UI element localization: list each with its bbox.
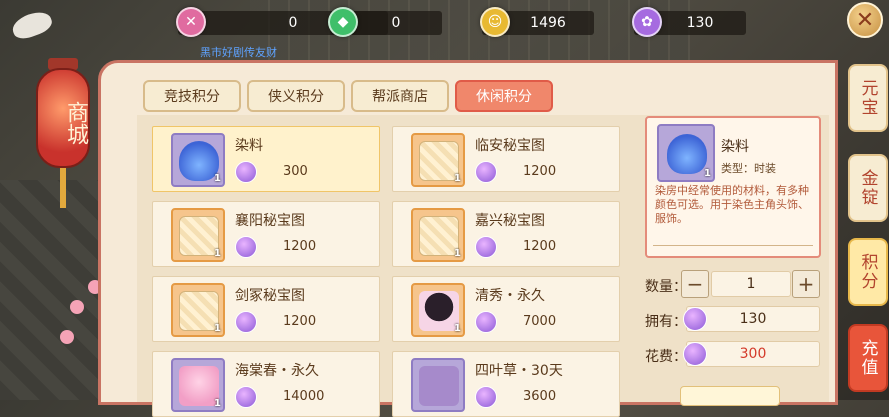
tab-leisure-points[interactable]: 休闲积分: [455, 80, 553, 112]
owned-value: 130: [739, 311, 767, 327]
shop-item[interactable]: 1 剑冢秘宝图 1200: [152, 276, 380, 342]
shop-item[interactable]: 1 临安秘宝图 1200: [392, 126, 620, 192]
item-slot: 1: [171, 133, 225, 187]
tab-chivalry-points[interactable]: 侠义积分: [247, 80, 345, 112]
item-price: 1200: [283, 239, 317, 254]
item-name: 襄阳秘宝图: [235, 213, 305, 229]
item-price: 300: [283, 164, 308, 179]
side-tab-points[interactable]: 积分: [848, 238, 888, 306]
points-icon: [235, 236, 257, 258]
costume-icon: [179, 366, 219, 406]
item-slot: 1: [171, 283, 225, 337]
detail-divider: [653, 245, 813, 246]
points-icon: [235, 161, 257, 183]
item-qty: 1: [214, 323, 221, 334]
item-qty: 1: [454, 173, 461, 184]
treasure-map-icon: [419, 141, 459, 181]
item-price: 1200: [523, 239, 557, 254]
cost-value: 300: [739, 346, 767, 362]
points-icon: [683, 342, 707, 366]
points-icon: [475, 236, 497, 258]
item-price: 3600: [523, 389, 557, 404]
item-slot: 1: [411, 283, 465, 337]
item-name: 四叶草・30天: [475, 363, 563, 379]
quantity-field[interactable]: 1: [711, 271, 791, 297]
item-slot: 1: [411, 208, 465, 262]
detail-slot: 1: [657, 124, 715, 182]
gold-coin-icon: ☺: [480, 7, 510, 37]
item-qty: 1: [214, 173, 221, 184]
item-price: 14000: [283, 389, 325, 404]
quantity-plus-button[interactable]: +: [792, 270, 820, 298]
shop-item[interactable]: 四叶草・30天 3600: [392, 351, 620, 417]
item-name: 染料: [235, 138, 263, 154]
points-icon: [475, 386, 497, 408]
hairstyle-icon: [419, 291, 459, 331]
item-slot: 1: [411, 133, 465, 187]
side-tab-recharge[interactable]: 充值: [848, 324, 888, 392]
currency-gold: ☺ 1496: [480, 7, 594, 37]
lantern-tassel: [60, 168, 66, 208]
dye-bottle-icon: [179, 141, 219, 181]
treasure-map-icon: [179, 216, 219, 256]
item-name: 海棠春・永久: [235, 363, 319, 379]
item-qty: 1: [214, 248, 221, 259]
item-price: 7000: [523, 314, 557, 329]
shop-item[interactable]: 1 襄阳秘宝图 1200: [152, 201, 380, 267]
side-tab-yuanbao[interactable]: 元宝: [848, 64, 888, 132]
quantity-minus-button[interactable]: −: [681, 270, 709, 298]
owned-label: 拥有：: [645, 314, 687, 330]
points-icon: [475, 161, 497, 183]
item-slot: 1: [171, 208, 225, 262]
item-slot: [411, 358, 465, 412]
item-price: 1200: [523, 164, 557, 179]
dye-bottle-icon: [667, 134, 707, 174]
detail-type: 类型：时装: [721, 162, 776, 175]
shop-item[interactable]: 1 嘉兴秘宝图 1200: [392, 201, 620, 267]
detail-description: 染房中经常使用的材料，有多种颜色可选。用于染色主角头饰、服饰。: [655, 184, 809, 225]
item-slot: 1: [171, 358, 225, 412]
item-price: 1200: [283, 314, 317, 329]
tab-guild-shop[interactable]: 帮派商店: [351, 80, 449, 112]
item-qty: 1: [454, 323, 461, 334]
shop-lantern: 商城: [36, 52, 90, 208]
currency-purple: ✿ 130: [632, 7, 746, 37]
blossom-decoration-icon: [70, 300, 84, 314]
item-detail-card: 1 染料 类型：时装 染房中经常使用的材料，有多种颜色可选。用于染色主角头饰、服…: [645, 116, 821, 258]
item-qty: 1: [454, 248, 461, 259]
hint-label: 黑市好剧传友财: [200, 46, 277, 59]
green-gem-icon: ◆: [328, 7, 358, 37]
tab-arena-points[interactable]: 竞技积分: [143, 80, 241, 112]
blossom-decoration-icon: [60, 330, 74, 344]
points-icon: [235, 386, 257, 408]
points-icon: [475, 311, 497, 333]
points-icon: [235, 311, 257, 333]
shop-tabs: 竞技积分 侠义积分 帮派商店 休闲积分: [143, 80, 553, 112]
close-icon: ✕: [855, 7, 875, 33]
buy-button[interactable]: [680, 386, 780, 406]
clover-icon: [419, 366, 459, 406]
crane-decoration-icon: [9, 7, 55, 43]
cost-label: 花费：: [645, 349, 687, 365]
detail-qty: 1: [704, 168, 711, 179]
shop-item[interactable]: 1 染料 300: [152, 126, 380, 192]
item-name: 嘉兴秘宝图: [475, 213, 545, 229]
points-icon: [683, 307, 707, 331]
treasure-map-icon: [179, 291, 219, 331]
purple-star-icon: ✿: [632, 7, 662, 37]
close-button[interactable]: ✕: [847, 2, 883, 38]
detail-title: 染料: [721, 139, 749, 155]
item-name: 清秀・永久: [475, 288, 545, 304]
shop-item[interactable]: 1 海棠春・永久 14000: [152, 351, 380, 417]
item-name: 临安秘宝图: [475, 138, 545, 154]
shop-title: 商城: [63, 101, 88, 145]
currency-green: ◆ 0: [328, 7, 442, 37]
item-name: 剑冢秘宝图: [235, 288, 305, 304]
treasure-map-icon: [419, 216, 459, 256]
side-tab-gold-ingot[interactable]: 金锭: [848, 154, 888, 222]
shop-item[interactable]: 1 清秀・永久 7000: [392, 276, 620, 342]
pink-gem-icon: ✕: [176, 7, 206, 37]
